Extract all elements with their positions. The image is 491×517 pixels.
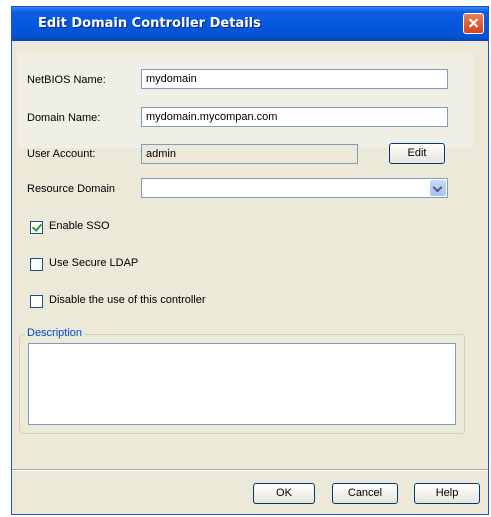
- description-legend: Description: [25, 327, 85, 339]
- title-bar[interactable]: Edit Domain Controller Details: [12, 7, 488, 41]
- close-icon[interactable]: [463, 13, 484, 34]
- user-account-field: admin: [141, 144, 358, 164]
- user-account-label: User Account:: [27, 148, 96, 160]
- netbios-name-input[interactable]: mydomain: [141, 69, 448, 89]
- netbios-label: NetBIOS Name:: [27, 74, 106, 86]
- enable-sso-checkbox[interactable]: [30, 221, 43, 234]
- edit-button[interactable]: Edit: [389, 143, 445, 164]
- secure-ldap-checkbox[interactable]: [30, 258, 43, 271]
- resource-domain-label: Resource Domain: [27, 183, 116, 195]
- resource-domain-select[interactable]: [141, 178, 448, 198]
- cancel-button[interactable]: Cancel: [332, 483, 398, 504]
- chevron-down-icon[interactable]: [430, 180, 446, 196]
- ok-button[interactable]: OK: [253, 483, 315, 504]
- disable-controller-label[interactable]: Disable the use of this controller: [49, 294, 206, 306]
- dialog-title: Edit Domain Controller Details: [38, 16, 261, 31]
- footer-separator: [12, 469, 488, 471]
- domain-name-input[interactable]: mydomain.mycompan.com: [141, 107, 448, 127]
- domain-name-label: Domain Name:: [27, 112, 101, 124]
- description-textarea[interactable]: [28, 343, 456, 425]
- disable-controller-checkbox[interactable]: [30, 295, 43, 308]
- dialog-window: Edit Domain Controller Details NetBIOS N…: [11, 6, 489, 515]
- secure-ldap-label[interactable]: Use Secure LDAP: [49, 257, 138, 269]
- help-button[interactable]: Help: [414, 483, 480, 504]
- form-panel: [18, 53, 473, 148]
- enable-sso-label[interactable]: Enable SSO: [49, 220, 110, 232]
